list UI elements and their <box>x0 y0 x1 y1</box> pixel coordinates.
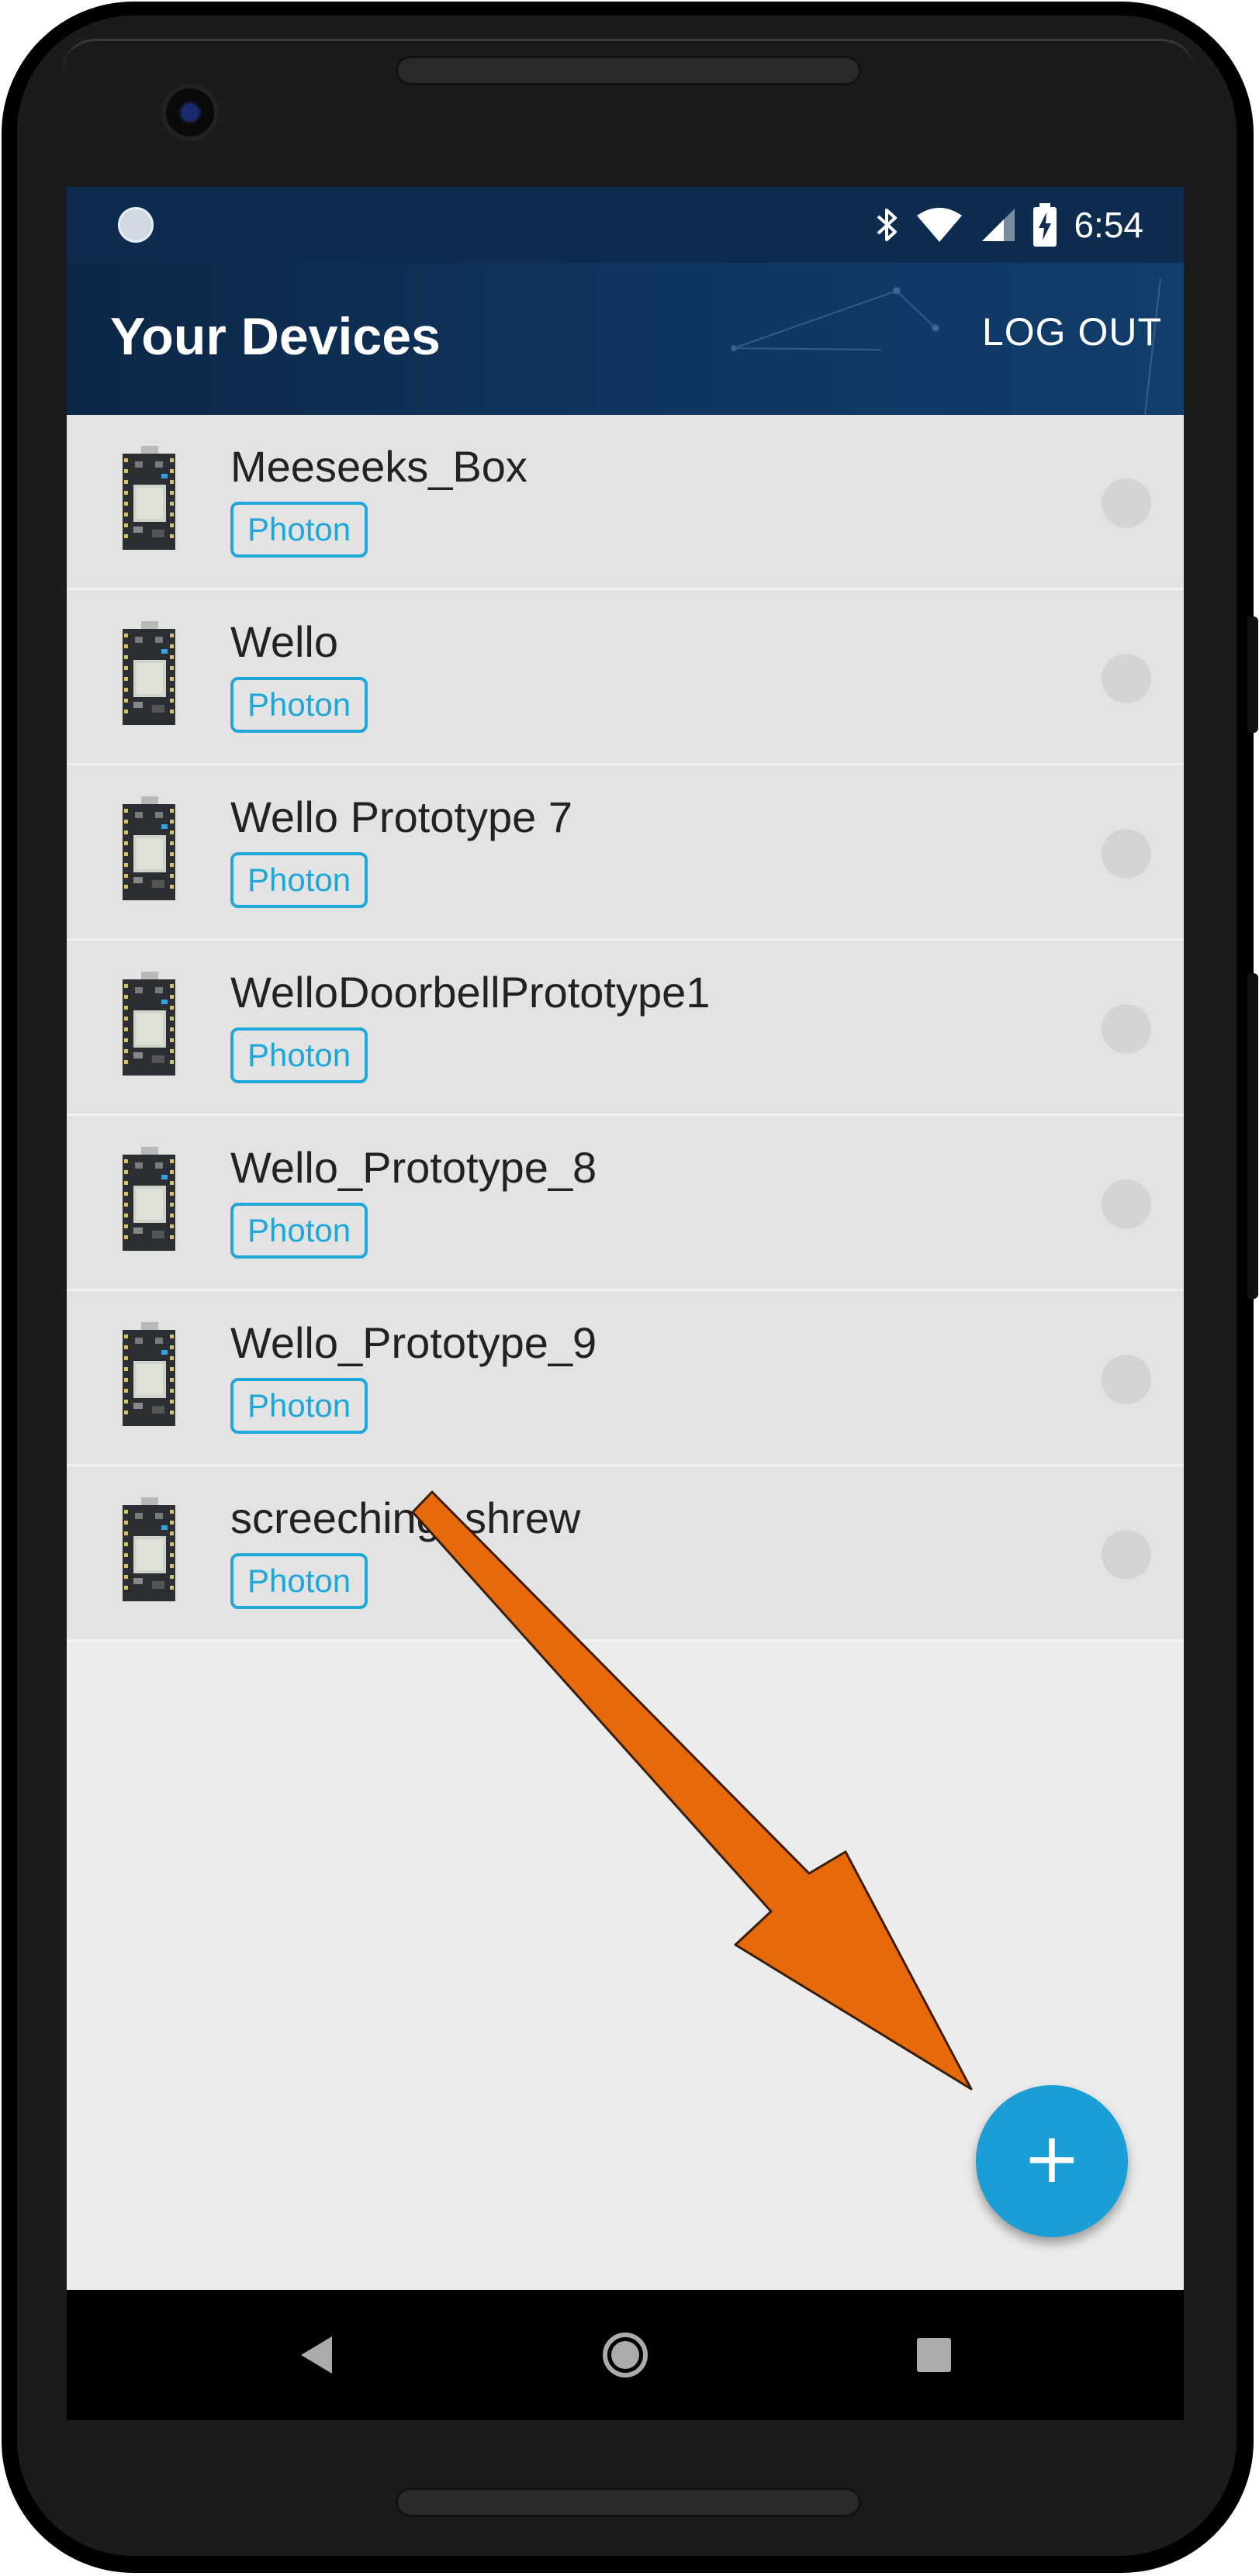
device-list-item[interactable]: screeching_shrew Photon <box>67 1466 1184 1642</box>
device-name: Wello <box>230 617 339 666</box>
photon-board-icon <box>123 1497 175 1601</box>
app-bar: Your Devices LOG OUT <box>67 263 1184 415</box>
device-list-item[interactable]: WelloDoorbellPrototype1 Photon <box>67 941 1184 1116</box>
device-type-badge: Photon <box>230 502 368 558</box>
device-name: WelloDoorbellPrototype1 <box>230 968 711 1017</box>
device-status-indicator <box>1102 1179 1151 1229</box>
add-device-button[interactable]: + <box>976 2085 1128 2237</box>
device-type-badge: Photon <box>230 852 368 908</box>
device-list-item[interactable]: Wello Photon <box>67 590 1184 765</box>
page-title: Your Devices <box>110 307 441 366</box>
home-icon[interactable] <box>596 2326 655 2384</box>
photon-board-icon <box>123 1147 175 1251</box>
device-type-badge: Photon <box>230 1203 368 1259</box>
device-name: Wello_Prototype_8 <box>230 1143 597 1192</box>
back-icon[interactable] <box>287 2326 346 2384</box>
device-name: screeching_shrew <box>230 1493 581 1542</box>
navigation-bar <box>67 2290 1184 2420</box>
volume-button <box>1247 973 1258 1299</box>
earpiece-speaker <box>396 56 861 85</box>
logout-button[interactable]: LOG OUT <box>982 309 1162 354</box>
phone-screen: 6:54 Your Devices LOG OUT Meeseeks_Box P… <box>67 187 1184 2420</box>
notification-icon <box>118 207 154 243</box>
status-time: 6:54 <box>1074 205 1143 245</box>
device-status-indicator <box>1102 1530 1151 1580</box>
device-name: Meeseeks_Box <box>230 442 527 491</box>
photon-board-icon <box>123 621 175 725</box>
phone-frame: 6:54 Your Devices LOG OUT Meeseeks_Box P… <box>0 0 1259 2576</box>
device-status-indicator <box>1102 478 1151 528</box>
photon-board-icon <box>123 446 175 550</box>
signal-icon <box>982 209 1015 241</box>
device-status-indicator <box>1102 1355 1151 1404</box>
device-list-item[interactable]: Wello_Prototype_8 Photon <box>67 1116 1184 1291</box>
plus-icon: + <box>1022 2118 1081 2199</box>
status-icons: 6:54 <box>875 201 1143 249</box>
device-type-badge: Photon <box>230 1553 368 1609</box>
device-name: Wello_Prototype_9 <box>230 1318 597 1367</box>
device-list: Meeseeks_Box Photon Wello Photon Wello P… <box>67 415 1184 1642</box>
bluetooth-icon <box>877 209 898 241</box>
device-status-indicator <box>1102 1004 1151 1054</box>
device-status-indicator <box>1102 829 1151 879</box>
device-list-item[interactable]: Wello_Prototype_9 Photon <box>67 1291 1184 1466</box>
device-status-indicator <box>1102 654 1151 703</box>
photon-board-icon <box>123 796 175 900</box>
photon-board-icon <box>123 972 175 1076</box>
status-bar: 6:54 <box>67 187 1184 263</box>
device-list-item[interactable]: Meeseeks_Box Photon <box>67 415 1184 590</box>
power-button <box>1247 616 1258 733</box>
battery-charging-icon <box>1033 203 1057 247</box>
bottom-speaker <box>396 2488 861 2517</box>
device-type-badge: Photon <box>230 677 368 733</box>
device-list-item[interactable]: Wello Prototype 7 Photon <box>67 765 1184 941</box>
device-type-badge: Photon <box>230 1378 368 1434</box>
photon-board-icon <box>123 1322 175 1426</box>
wifi-icon <box>917 208 963 242</box>
front-camera <box>166 88 214 136</box>
device-type-badge: Photon <box>230 1027 368 1083</box>
recents-icon[interactable] <box>904 2326 963 2384</box>
device-name: Wello Prototype 7 <box>230 792 572 841</box>
